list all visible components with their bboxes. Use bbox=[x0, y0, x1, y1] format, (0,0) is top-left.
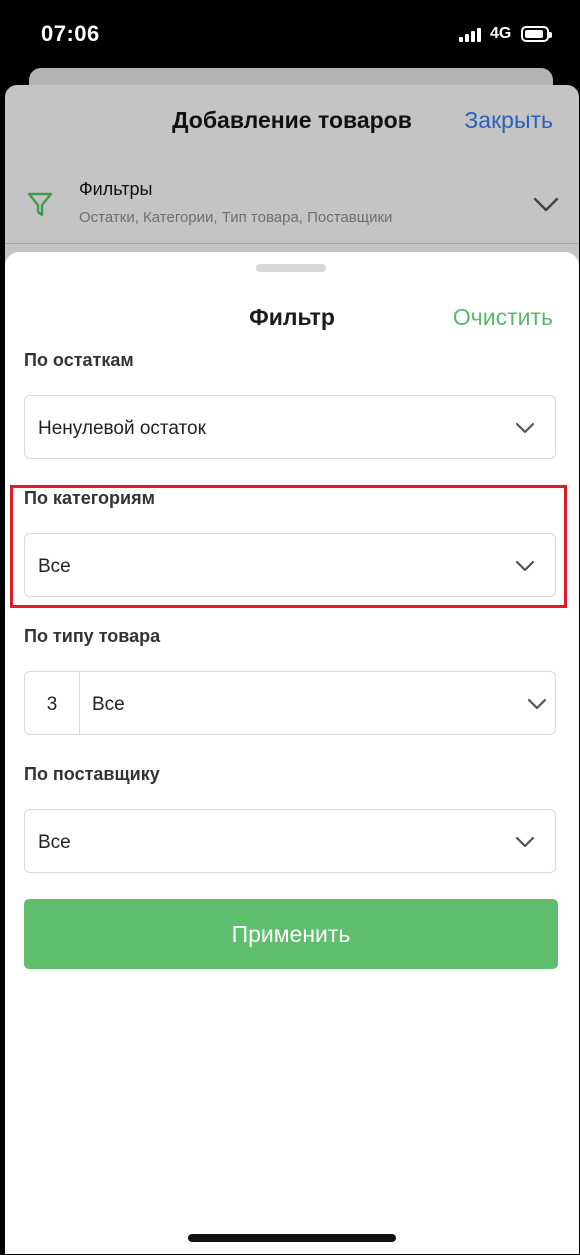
filters-title: Фильтры bbox=[79, 179, 153, 199]
stock-filter-value: Ненулевой остаток bbox=[38, 418, 206, 439]
filter-icon bbox=[27, 192, 53, 217]
battery-icon bbox=[521, 26, 552, 42]
filters-subtitle: Остатки, Категории, Тип товара, Поставщи… bbox=[79, 209, 393, 226]
phone-frame: 07:06 4G Добавление товаров Закрыть Филь… bbox=[0, 0, 580, 1255]
supplier-filter-label: По поставщику bbox=[24, 764, 160, 784]
selected-count-value: 3 bbox=[46, 694, 58, 715]
status-bar: 07:06 4G bbox=[1, 1, 579, 71]
filters-row[interactable]: Фильтры Остатки, Категории, Тип товара, … bbox=[5, 169, 579, 244]
chevron-down-icon bbox=[515, 836, 535, 848]
sheet-grabber[interactable] bbox=[256, 264, 326, 272]
status-time: 07:06 bbox=[41, 21, 100, 46]
chevron-down-icon bbox=[533, 197, 559, 212]
product-type-filter-label: По типу товара bbox=[24, 626, 161, 646]
chevron-down-icon bbox=[527, 698, 547, 710]
chevron-down-icon bbox=[515, 422, 535, 434]
stock-filter-label: По остаткам bbox=[24, 350, 134, 370]
supplier-filter-value: Все bbox=[38, 832, 71, 853]
close-button[interactable]: Закрыть bbox=[464, 107, 553, 134]
filter-sheet: Фильтр Очистить По остаткам Ненулевой ос… bbox=[5, 252, 579, 1254]
home-indicator bbox=[188, 1234, 396, 1242]
supplier-filter-select[interactable]: Все bbox=[24, 809, 556, 873]
network-type: 4G bbox=[490, 25, 512, 42]
highlight-box bbox=[10, 485, 567, 608]
apply-button[interactable]: Применить bbox=[24, 899, 558, 969]
product-type-filter-select[interactable]: 3 Все bbox=[24, 671, 556, 735]
selected-count: 3 bbox=[25, 672, 80, 734]
signal-icon bbox=[459, 28, 483, 42]
stock-filter-select[interactable]: Ненулевой остаток bbox=[24, 395, 556, 459]
product-type-filter-value: Все bbox=[92, 694, 125, 715]
clear-button[interactable]: Очистить bbox=[453, 304, 553, 331]
